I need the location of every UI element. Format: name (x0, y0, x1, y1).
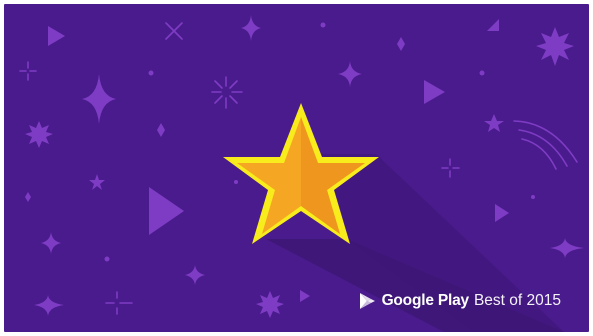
sparkle-icon (34, 295, 64, 316)
dot-icon (104, 256, 110, 262)
sparkle-icon (185, 265, 205, 285)
plus-mark-icon (105, 291, 133, 315)
burst-star-icon (256, 291, 284, 318)
sparkle-icon (82, 74, 116, 124)
play-triangle-icon (495, 204, 509, 222)
plus-mark-icon (19, 61, 37, 81)
dot-icon (479, 70, 485, 76)
plus-mark-icon (441, 158, 460, 178)
play-triangle-icon (300, 290, 310, 302)
google-play-logo-icon (357, 291, 377, 311)
small-star-icon (89, 174, 105, 190)
sparkle-icon (41, 232, 61, 254)
burst-star-icon (536, 27, 574, 66)
sparkle-icon (241, 15, 261, 41)
dot-icon (320, 22, 326, 28)
play-triangle-icon (48, 26, 65, 46)
small-star-icon (484, 114, 504, 132)
firework-icon (211, 76, 243, 109)
dot-icon (148, 70, 154, 76)
sparkle-icon (338, 61, 362, 87)
sparkle-icon (550, 238, 584, 258)
best-of-2015-banner: Google Play Best of 2015 (4, 4, 589, 332)
brand-lockup: Google Play Best of 2015 (357, 291, 561, 311)
diamond-icon (25, 192, 31, 202)
play-triangle-icon (149, 187, 184, 235)
dot-icon (234, 180, 238, 184)
shooting-star-trail-icon (513, 120, 578, 170)
brand-tagline: Best of 2015 (473, 292, 561, 309)
diamond-icon (397, 37, 405, 51)
play-triangle-icon (424, 80, 445, 104)
dot-icon (531, 195, 535, 199)
x-mark-icon (165, 22, 183, 40)
banner-artwork (19, 15, 584, 332)
diamond-icon (157, 123, 165, 137)
burst-star-icon (25, 121, 53, 148)
play-triangle-icon (487, 19, 499, 31)
brand-name: Google Play (381, 292, 470, 309)
